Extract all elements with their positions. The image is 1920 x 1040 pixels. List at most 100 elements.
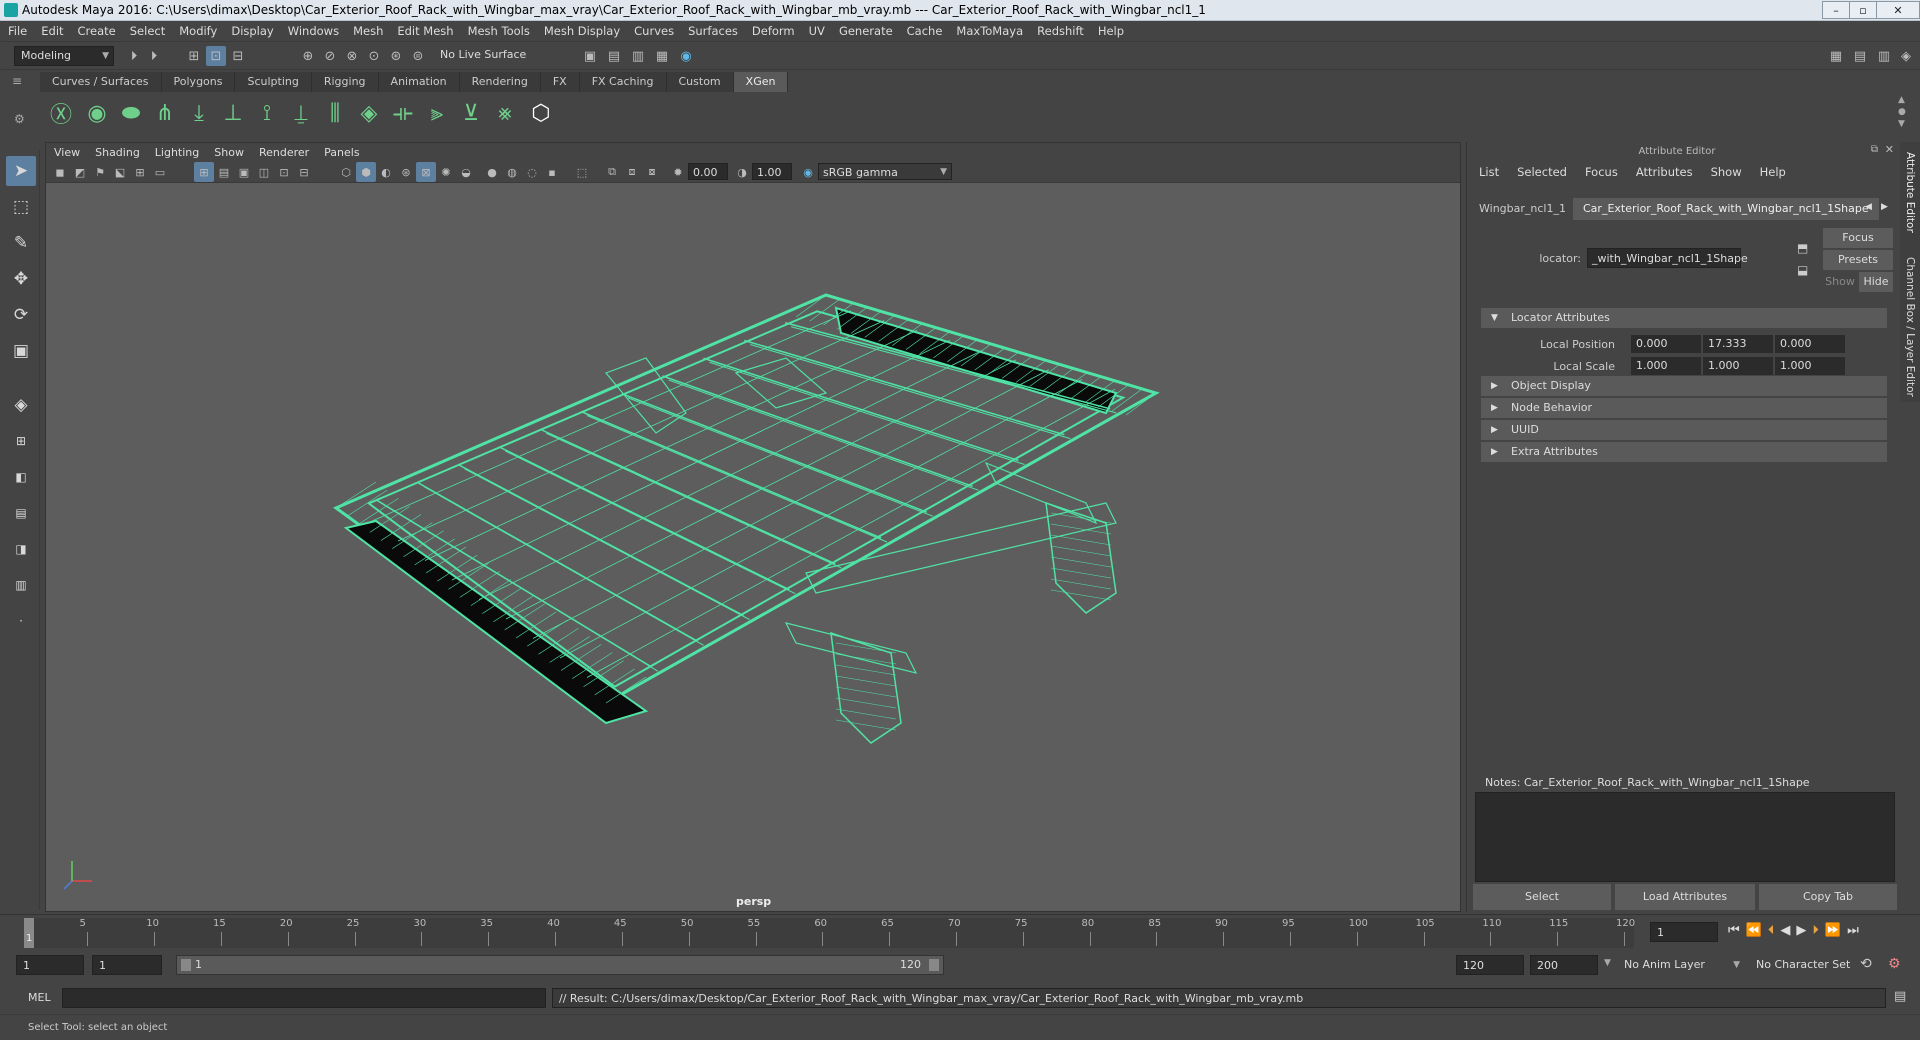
load-attributes-button[interactable]: Load Attributes: [1615, 884, 1755, 910]
local-scale-z[interactable]: 1.000: [1775, 357, 1845, 375]
hypershade-icon[interactable]: ◉: [676, 46, 696, 66]
dof-icon[interactable]: ▪: [542, 162, 562, 182]
close-panel-icon[interactable]: ✕: [1885, 143, 1894, 156]
xgen-layers-icon[interactable]: ◈: [354, 98, 384, 128]
ae-menu-show[interactable]: Show: [1711, 165, 1742, 179]
xgen-comb-icon[interactable]: ⫸: [422, 98, 452, 128]
script-editor-icon[interactable]: ▤: [1894, 989, 1906, 1004]
xgen-primitive-icon[interactable]: ⬬: [116, 98, 146, 128]
chevron-down-icon[interactable]: ▼: [1604, 958, 1611, 968]
local-scale-x[interactable]: 1.000: [1631, 357, 1701, 375]
close-button[interactable]: ✕: [1876, 1, 1920, 19]
playback-start-field[interactable]: 1: [92, 955, 162, 975]
tab-fx-caching[interactable]: FX Caching: [579, 72, 667, 92]
menu-mesh-tools[interactable]: Mesh Tools: [468, 24, 530, 38]
local-position-z[interactable]: 0.000: [1775, 335, 1845, 353]
layout-more-icon[interactable]: ·: [6, 606, 36, 636]
tab-rendering[interactable]: Rendering: [459, 72, 541, 92]
xgen-groom-icon[interactable]: ⋔: [150, 98, 180, 128]
scale-tool-icon[interactable]: ▣: [6, 336, 36, 366]
exposure-field[interactable]: 0.00: [688, 163, 728, 180]
layout-four-icon[interactable]: ⊞: [6, 426, 36, 456]
last-tool-icon[interactable]: ◈: [6, 390, 36, 420]
minimize-button[interactable]: –: [1822, 1, 1850, 19]
shelf-menu-icon[interactable]: ≡: [12, 74, 22, 88]
render-frame-icon[interactable]: ▣: [580, 46, 600, 66]
xgen-guide-icon[interactable]: ⟟: [252, 98, 282, 128]
film-gate-icon[interactable]: ▭: [150, 162, 170, 182]
menu-modify[interactable]: Modify: [179, 24, 217, 38]
local-scale-y[interactable]: 1.000: [1703, 357, 1773, 375]
menu-curves[interactable]: Curves: [634, 24, 674, 38]
menu-generate[interactable]: Generate: [839, 24, 893, 38]
xgen-cut-icon[interactable]: ⊻: [456, 98, 486, 128]
character-set-dropdown[interactable]: No Character Set: [1752, 955, 1876, 975]
tab-attribute-editor[interactable]: Attribute Editor: [1904, 152, 1916, 233]
camera-icon[interactable]: ◼: [50, 162, 70, 182]
end-frame-field[interactable]: 200: [1530, 955, 1598, 975]
layout-two-icon[interactable]: ◧: [6, 462, 36, 492]
tab-shape-node[interactable]: Car_Exterior_Roof_Rack_with_Wingbar_ncl1…: [1573, 198, 1879, 220]
mode-selector[interactable]: Modeling ▼: [14, 46, 114, 66]
resolution-gate-icon[interactable]: ▤: [214, 162, 234, 182]
select-button[interactable]: Select: [1473, 884, 1611, 910]
rotate-tool-icon[interactable]: ⟳: [6, 300, 36, 330]
command-input[interactable]: [62, 988, 546, 1008]
safe-title-icon[interactable]: ⊟: [294, 162, 314, 182]
bookmark-icon[interactable]: ⚑: [90, 162, 110, 182]
wireframe-shade-icon[interactable]: ⬡: [336, 162, 356, 182]
section-extra-attributes[interactable]: ▶ Extra Attributes: [1481, 442, 1887, 462]
range-start-handle[interactable]: [181, 959, 191, 971]
local-position-y[interactable]: 17.333: [1703, 335, 1773, 353]
menu-edit-mesh[interactable]: Edit Mesh: [397, 24, 453, 38]
current-frame-field[interactable]: 1: [1650, 922, 1718, 942]
sidebar-toggle-icon[interactable]: ▦: [1826, 46, 1846, 66]
wireframe-on-shaded-icon[interactable]: ⊛: [396, 162, 416, 182]
default-material-icon[interactable]: ◐: [376, 162, 396, 182]
render-settings-icon[interactable]: ▦: [652, 46, 672, 66]
auto-key-icon[interactable]: ⟲: [1860, 956, 1872, 972]
ae-menu-attributes[interactable]: Attributes: [1636, 165, 1693, 179]
ipr-render-icon[interactable]: ▥: [628, 46, 648, 66]
menu-edit[interactable]: Edit: [41, 24, 63, 38]
menu-help[interactable]: Help: [1098, 24, 1124, 38]
tab-animation[interactable]: Animation: [378, 72, 460, 92]
image-plane-icon[interactable]: ⬕: [110, 162, 130, 182]
color-management-icon[interactable]: ◉: [798, 162, 818, 182]
xgen-hex-icon[interactable]: ⬡: [526, 98, 556, 128]
anim-prefs-icon[interactable]: ⚙: [1888, 956, 1901, 972]
xgen-preview-icon[interactable]: ◉: [82, 98, 112, 128]
go-to-end-icon[interactable]: ⏭: [1847, 923, 1859, 938]
select-tool-icon[interactable]: ➤: [6, 156, 36, 186]
ao-icon[interactable]: ●: [482, 162, 502, 182]
move-tool-icon[interactable]: ✥: [6, 264, 36, 294]
tab-xgen[interactable]: XGen: [733, 72, 789, 92]
live-surface-field[interactable]: No Live Surface: [434, 46, 544, 66]
select-component-icon[interactable]: ⊟: [228, 46, 248, 66]
vp-menu-shading[interactable]: Shading: [95, 146, 140, 159]
vp-menu-lighting[interactable]: Lighting: [155, 146, 199, 159]
select-object-icon[interactable]: ⊡: [206, 46, 226, 66]
xgen-guide-add-icon[interactable]: ⊥: [218, 98, 248, 128]
presets-node-icon[interactable]: ⬓: [1797, 263, 1808, 277]
go-to-start-icon[interactable]: ⏮: [1728, 923, 1740, 938]
node-name-field[interactable]: _with_Wingbar_ncl1_1Shape: [1587, 248, 1748, 268]
roof-rack-wireframe[interactable]: [46, 183, 1460, 911]
anim-layer-dropdown[interactable]: No Anim Layer ▼: [1620, 955, 1744, 975]
step-forward-key-icon[interactable]: ⏵: [1812, 923, 1819, 938]
lasso-tool-icon[interactable]: ⬚: [6, 192, 36, 222]
menu-maxtomaya[interactable]: MaxToMaya: [956, 24, 1023, 38]
motion-blur-icon[interactable]: ◍: [502, 162, 522, 182]
snap-curve-icon[interactable]: ⊘: [320, 46, 340, 66]
step-back-key-icon[interactable]: ⏴: [1768, 923, 1775, 938]
focus-node-icon[interactable]: ⬒: [1797, 241, 1808, 255]
field-chart-icon[interactable]: ◫: [254, 162, 274, 182]
xray-components-icon[interactable]: ⧇: [642, 162, 662, 182]
safe-action-icon[interactable]: ⊡: [274, 162, 294, 182]
tab-polygons[interactable]: Polygons: [161, 72, 236, 92]
menu-file[interactable]: File: [8, 24, 27, 38]
shelf-scroll-icon[interactable]: ▲ ● ▼: [1898, 94, 1906, 130]
range-end-handle[interactable]: [929, 959, 939, 971]
maximize-button[interactable]: ▫: [1849, 1, 1877, 19]
camera-attr-icon[interactable]: ◩: [70, 162, 90, 182]
